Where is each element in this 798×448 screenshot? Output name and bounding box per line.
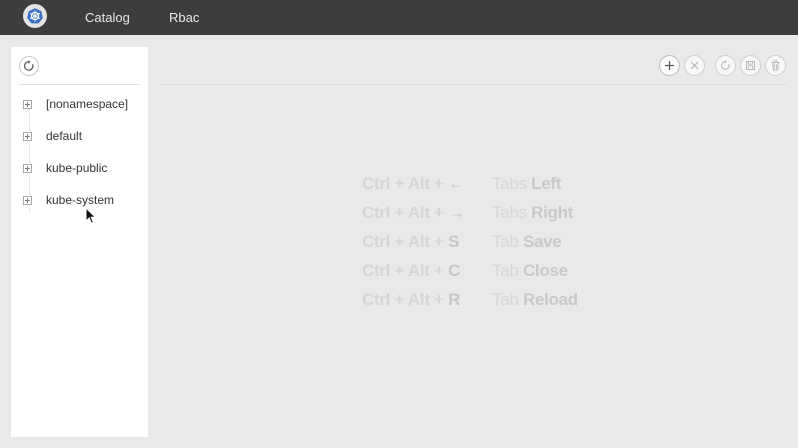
- save-icon: [746, 61, 755, 70]
- shortcut-row: Ctrl + Alt + R Tab Reload: [362, 290, 602, 319]
- add-tab-button[interactable]: [659, 55, 680, 76]
- tree-item-label: [nonamespace]: [46, 97, 129, 111]
- top-navigation-bar: Catalog Rbac: [0, 0, 798, 35]
- shortcut-action: Close: [522, 261, 568, 280]
- sidebar-divider: [19, 84, 140, 85]
- kubernetes-helm-icon[interactable]: [23, 4, 47, 28]
- toolbar-divider: [160, 84, 786, 85]
- shortcut-scope: Tab: [492, 232, 519, 251]
- expand-icon[interactable]: [23, 164, 32, 173]
- nav-catalog[interactable]: Catalog: [85, 10, 130, 25]
- shortcut-row: Ctrl + Alt + S Tab Save: [362, 232, 602, 261]
- shortcut-action: Right: [531, 203, 574, 222]
- shortcut-keys: Ctrl + Alt +: [362, 261, 444, 280]
- plus-icon: [665, 61, 674, 70]
- shortcut-action: Reload: [522, 290, 578, 309]
- save-tab-button[interactable]: [740, 55, 761, 76]
- shortcut-key: →: [448, 203, 465, 222]
- expand-icon[interactable]: [23, 132, 32, 141]
- reload-tab-button[interactable]: [715, 55, 736, 76]
- shortcut-row: Ctrl + Alt + → Tabs Right: [362, 203, 602, 232]
- namespace-sidebar: [nonamespace] default kube-public kube-s…: [11, 47, 148, 437]
- shortcut-key: R: [448, 290, 461, 309]
- shortcut-scope: Tabs: [492, 203, 527, 222]
- shortcut-key: S: [448, 232, 460, 251]
- shortcut-action: Save: [522, 232, 562, 251]
- shortcut-keys: Ctrl + Alt +: [362, 232, 444, 251]
- nav-rbac[interactable]: Rbac: [169, 10, 199, 25]
- reload-icon: [720, 60, 730, 70]
- keyboard-shortcuts-hint: Ctrl + Alt + ← Tabs Left Ctrl + Alt + → …: [362, 174, 602, 319]
- close-tab-button[interactable]: [684, 55, 705, 76]
- shortcut-keys: Ctrl + Alt +: [362, 290, 444, 309]
- tree-item-label: kube-system: [46, 193, 115, 207]
- shortcut-keys: Ctrl + Alt +: [362, 203, 444, 222]
- shortcut-action: Left: [531, 174, 562, 193]
- delete-button[interactable]: [765, 55, 786, 76]
- expand-icon[interactable]: [23, 100, 32, 109]
- expand-icon[interactable]: [23, 196, 32, 205]
- shortcut-keys: Ctrl + Alt +: [362, 174, 444, 193]
- tree-item-label: default: [46, 129, 83, 143]
- shortcut-row: Ctrl + Alt + C Tab Close: [362, 261, 602, 290]
- refresh-button[interactable]: [19, 56, 39, 76]
- shortcut-key: C: [448, 261, 461, 280]
- mouse-pointer-icon: [85, 207, 97, 224]
- delete-icon: [771, 60, 780, 71]
- refresh-icon: [23, 60, 34, 71]
- close-icon: [690, 61, 699, 70]
- shortcut-row: Ctrl + Alt + ← Tabs Left: [362, 174, 602, 203]
- shortcut-scope: Tab: [492, 290, 519, 309]
- shortcut-scope: Tabs: [492, 174, 527, 193]
- tree-item-label: kube-public: [46, 161, 108, 175]
- shortcut-key: ←: [448, 174, 465, 193]
- shortcut-scope: Tab: [492, 261, 519, 280]
